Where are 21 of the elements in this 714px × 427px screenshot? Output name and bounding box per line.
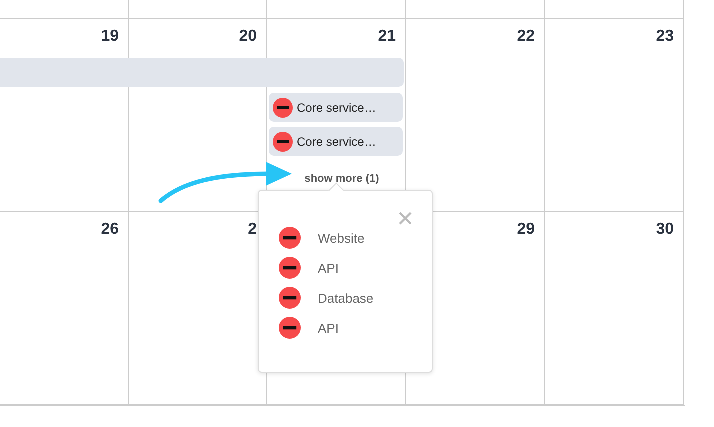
day-number: 29 [517,221,535,238]
event-chip[interactable]: Core service… [269,127,403,156]
event-bar-segment[interactable] [0,58,129,87]
day-number: 23 [656,28,674,45]
day-number: 30 [656,221,674,238]
event-title: Core service… [297,134,376,148]
service-name: API [318,260,339,276]
day-number: 2 [248,221,257,238]
day-number: 21 [378,28,396,45]
service-name: Website [318,230,365,246]
event-bar-segment[interactable] [267,58,404,87]
event-chip[interactable]: Core service… [269,93,403,122]
service-name: Database [318,290,374,306]
close-icon[interactable] [399,212,412,225]
event-title: Core service… [297,100,376,114]
day-number: 19 [101,28,119,45]
day-number: 22 [517,28,535,45]
day-number: 26 [101,221,119,238]
show-more-link[interactable]: show more (1) [304,173,380,185]
service-name: API [318,320,339,336]
day-number: 20 [239,28,257,45]
